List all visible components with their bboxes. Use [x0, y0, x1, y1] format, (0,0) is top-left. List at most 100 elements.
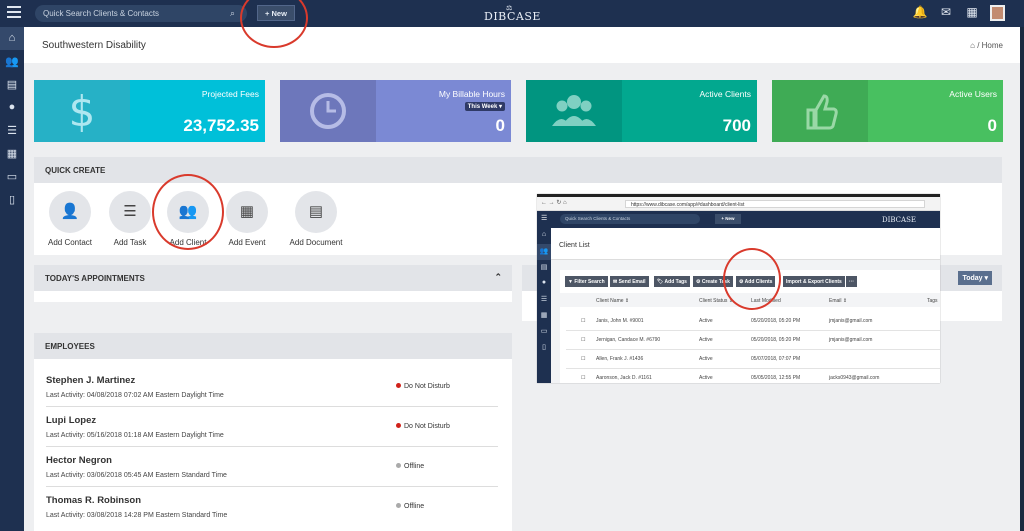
- home-icon[interactable]: ⌂: [0, 27, 24, 50]
- stat-card-projected-fees[interactable]: $ Projected Fees 23,752.35: [34, 80, 265, 142]
- calendar-icon[interactable]: ▦: [0, 142, 24, 165]
- this-week-dropdown[interactable]: This Week ▾: [464, 102, 505, 111]
- inset-filter-search-button: ▼ Filter Search: [565, 276, 608, 287]
- employee-last-activity: Last Activity: 03/06/2018 05:45 AM Easte…: [46, 472, 227, 479]
- inset-row-checkbox: ☐: [581, 337, 586, 343]
- appointments-title: TODAY'S APPOINTMENTS ⌃: [34, 265, 512, 291]
- inset-home-icon: ⌂: [541, 231, 547, 238]
- top-navbar: Quick Search Clients & Contacts ⌕ + New …: [0, 0, 1024, 27]
- employee-name[interactable]: Stephen J. Martinez: [46, 375, 135, 386]
- add-document-button[interactable]: ▤ Add Document: [276, 191, 356, 247]
- today-filter-dropdown[interactable]: Today ▾: [958, 271, 992, 285]
- stat-label: Active Users: [949, 89, 997, 99]
- employee-row[interactable]: Thomas R. Robinson Last Activity: 03/08/…: [46, 487, 498, 527]
- breadcrumb-home[interactable]: Home: [982, 41, 1003, 50]
- status-dot: [396, 463, 401, 468]
- inset-column-header: Client Name ⇕: [596, 298, 630, 304]
- inset-calendar-icon: ▦: [540, 312, 548, 319]
- browser-url: https://www.dibcase.com/app/#dashboard/c…: [625, 200, 925, 208]
- employees-title: EMPLOYEES: [34, 333, 512, 359]
- back-forward-icon: ← → ↻ ⌂: [541, 200, 567, 206]
- hamburger-menu-icon[interactable]: [7, 6, 21, 18]
- add-task-button[interactable]: ☰ Add Task: [100, 191, 160, 247]
- stat-card-active-users[interactable]: Active Users 0: [772, 80, 1003, 142]
- messages-envelope-icon[interactable]: ✉: [938, 5, 954, 21]
- inset-cell: Active: [699, 375, 713, 381]
- search-icon[interactable]: ⌕: [230, 8, 235, 19]
- inset-search-input: Quick Search Clients & Contacts: [560, 214, 700, 224]
- inset-import-export-button: Import & Export Clients: [783, 276, 845, 287]
- document-icon: ▤: [295, 191, 337, 233]
- collapse-chevron-up-icon[interactable]: ⌃: [494, 272, 502, 283]
- inset-send-email-button: ✉ Send Email: [610, 276, 649, 287]
- stat-value: 700: [722, 116, 751, 135]
- employee-row[interactable]: Hector Negron Last Activity: 03/06/2018 …: [46, 447, 498, 487]
- user-icon[interactable]: ●: [0, 96, 24, 119]
- inset-cell: Active: [699, 318, 713, 324]
- stat-value: 0: [987, 116, 997, 135]
- inset-column-header: Client Status ⇕: [699, 298, 733, 304]
- user-avatar[interactable]: [990, 5, 1005, 21]
- inset-cell: Janis, John M. #9001: [596, 318, 644, 324]
- dollar-icon-box: $: [34, 80, 130, 142]
- stat-label: Projected Fees: [201, 89, 259, 99]
- employee-name[interactable]: Lupi Lopez: [46, 415, 96, 426]
- users-icon-box: [526, 80, 622, 142]
- status-dot: [396, 503, 401, 508]
- stat-value: 0: [495, 116, 505, 135]
- inset-logo: DIBCASE: [882, 216, 916, 224]
- list-icon[interactable]: ☰: [0, 119, 24, 142]
- dibcase-logo[interactable]: ⚖ DIBCASE: [484, 4, 540, 24]
- quick-search-input[interactable]: Quick Search Clients & Contacts ⌕: [35, 5, 247, 22]
- employee-status: Do Not Disturb: [396, 383, 450, 390]
- inset-new-button: + New: [715, 214, 741, 224]
- stat-card-active-clients[interactable]: Active Clients 700: [526, 80, 757, 142]
- employee-last-activity: Last Activity: 05/16/2018 01:18 AM Easte…: [46, 432, 224, 439]
- clients-icon[interactable]: 👥: [0, 50, 24, 73]
- inset-column-header: Tags: [927, 298, 938, 304]
- stat-card-billable-hours[interactable]: My Billable Hours This Week ▾ 0: [280, 80, 511, 142]
- documents-icon[interactable]: ▤: [0, 73, 24, 96]
- employee-last-activity: Last Activity: 04/08/2018 07:02 AM Easte…: [46, 392, 224, 399]
- employee-row[interactable]: Lupi Lopez Last Activity: 05/16/2018 01:…: [46, 407, 498, 447]
- logo-scales-icon: ⚖: [506, 4, 513, 12]
- thumbs-up-icon-box: [772, 80, 868, 142]
- employee-name[interactable]: Thomas R. Robinson: [46, 495, 141, 506]
- browser-chrome: ← → ↻ ⌂ https://www.dibcase.com/app/#das…: [537, 197, 940, 211]
- calendar-icon[interactable]: ▦: [964, 5, 980, 21]
- inset-sidebar: ⌂ 👥 ▤ ● ☰ ▦ ▭ ▯: [537, 228, 551, 383]
- notifications-bell-icon[interactable]: 🔔: [912, 5, 928, 21]
- inset-file-icon: ▯: [542, 344, 546, 351]
- inset-cell: 05/20/2018, 05:20 PM: [751, 318, 801, 324]
- add-event-button[interactable]: ▦ Add Event: [217, 191, 277, 247]
- page-header: Southwestern Disability ⌂ / Home: [24, 27, 1020, 63]
- inset-cell: 05/20/2018, 05:20 PM: [751, 337, 801, 343]
- employee-name[interactable]: Hector Negron: [46, 455, 112, 466]
- left-sidebar: ⌂ 👥 ▤ ● ☰ ▦ ▭ ▯: [0, 27, 24, 531]
- inset-topbar: ☰ Quick Search Clients & Contacts + New …: [537, 211, 940, 228]
- inset-page-title: Client List: [559, 242, 590, 249]
- inset-cell: 05/05/2018, 12:55 PM: [751, 375, 801, 381]
- page-title: Southwestern Disability: [42, 40, 146, 51]
- employees-panel: EMPLOYEES Stephen J. Martinez Last Activ…: [34, 333, 512, 531]
- employee-status: Do Not Disturb: [396, 423, 450, 430]
- file-icon[interactable]: ▯: [0, 188, 24, 211]
- stat-label: My Billable Hours: [438, 89, 505, 99]
- highlight-circle-add-clients: [723, 248, 781, 310]
- inset-card-icon: ▭: [540, 328, 548, 335]
- contact-card-icon[interactable]: ▭: [0, 165, 24, 188]
- breadcrumb[interactable]: ⌂ / Home: [970, 41, 1003, 50]
- add-contact-icon: 👤: [49, 191, 91, 233]
- calendar-icon: ▦: [226, 191, 268, 233]
- employee-status: Offline: [396, 463, 424, 470]
- inset-cell: 05/07/2018, 07:07 PM: [751, 356, 801, 362]
- employee-status: Offline: [396, 503, 424, 510]
- inset-hamburger-icon: ☰: [541, 215, 548, 222]
- inset-cell: Jernigan, Candace M. #6790: [596, 337, 661, 343]
- dollar-icon: $: [69, 87, 96, 136]
- employee-row[interactable]: Stephen J. Martinez Last Activity: 04/08…: [46, 367, 498, 407]
- breadcrumb-home-icon[interactable]: ⌂: [970, 41, 975, 50]
- todays-appointments-panel: TODAY'S APPOINTMENTS ⌃: [34, 265, 512, 302]
- add-contact-button[interactable]: 👤 Add Contact: [40, 191, 100, 247]
- search-placeholder: Quick Search Clients & Contacts: [43, 9, 160, 18]
